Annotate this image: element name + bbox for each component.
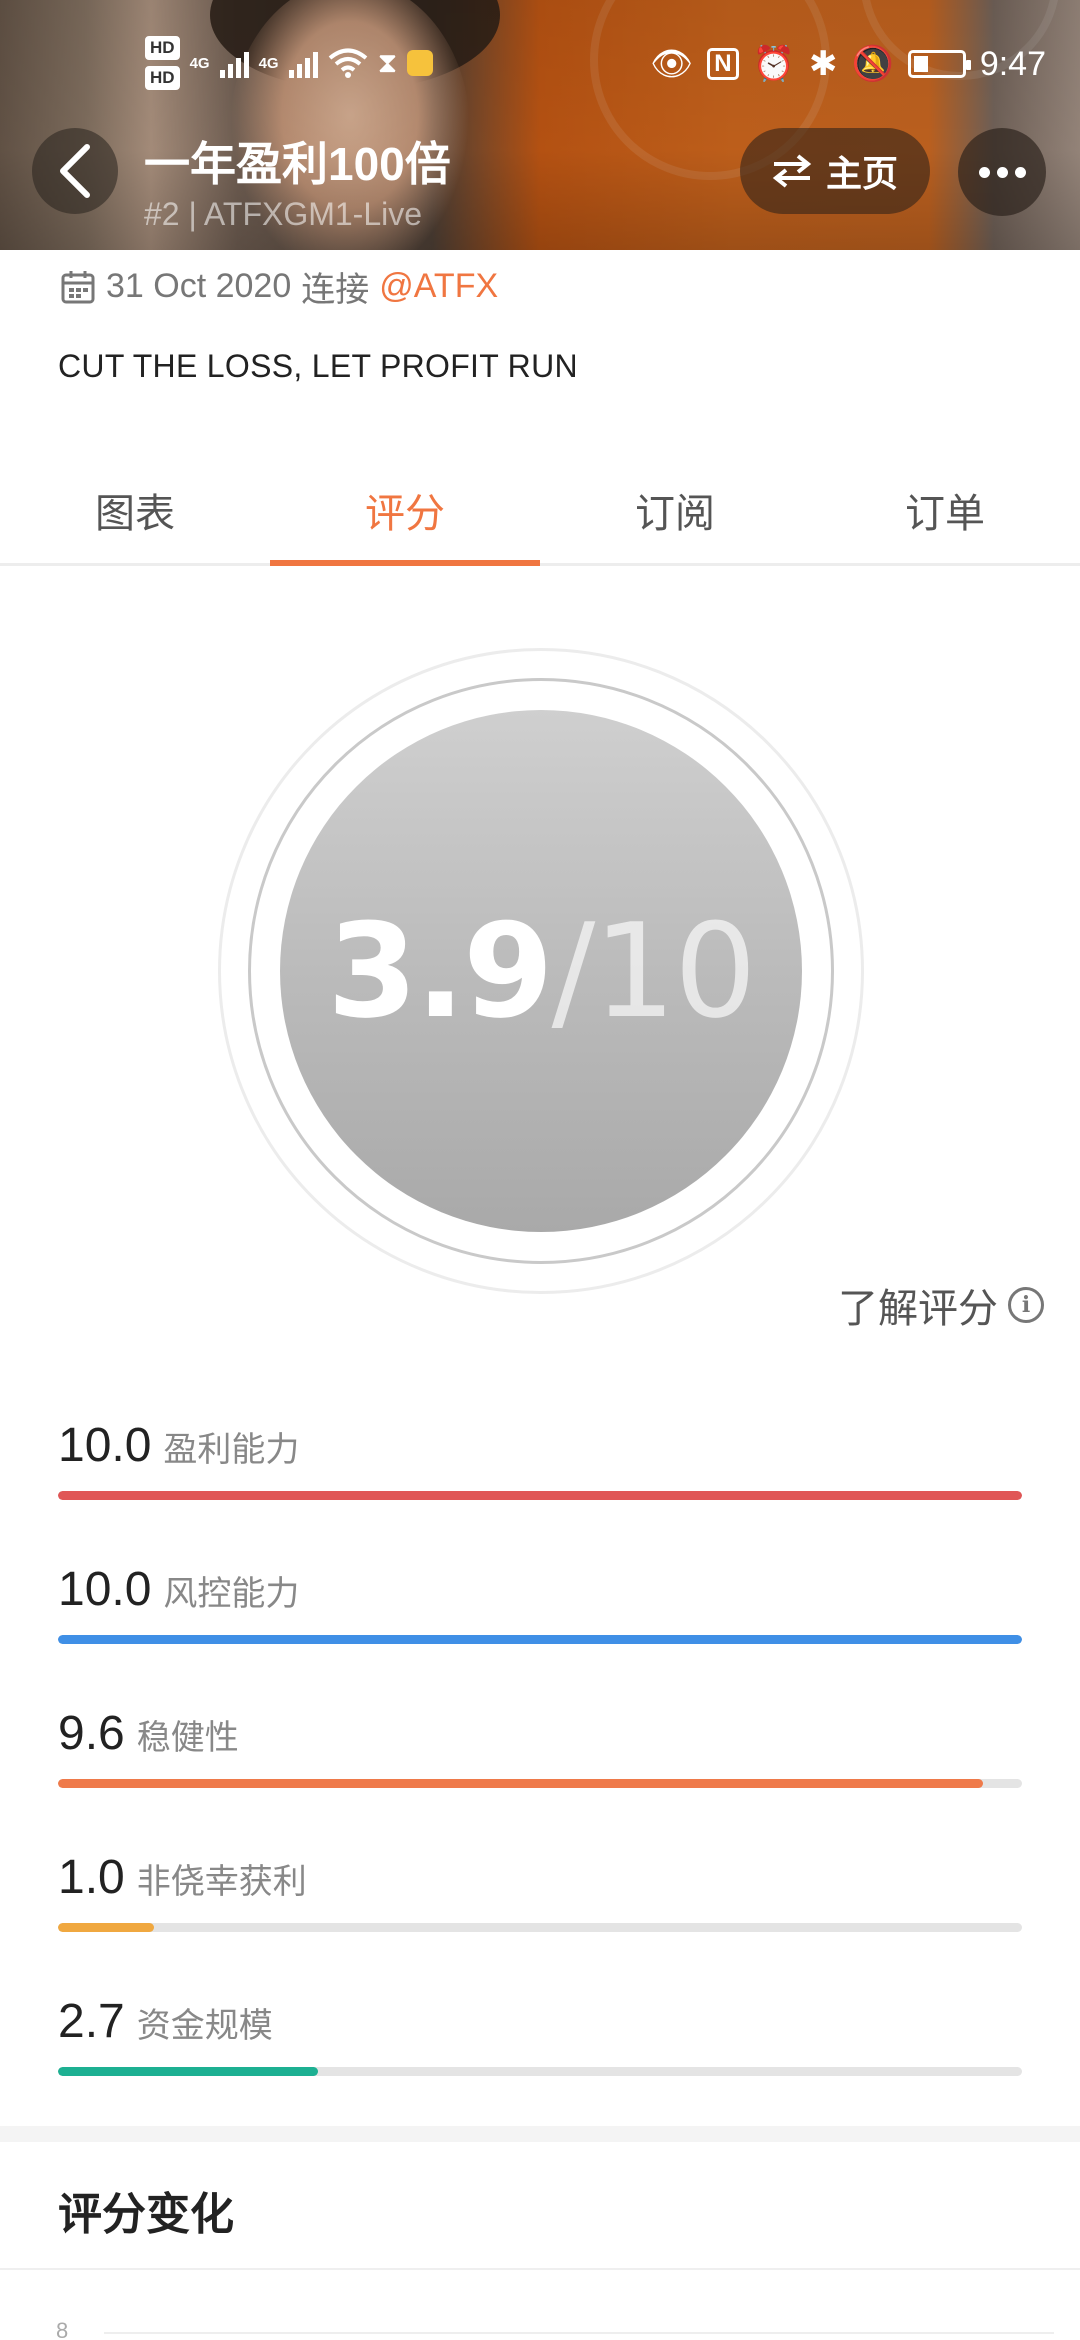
score-dial: 3.9/10 bbox=[218, 648, 864, 1294]
home-button-label: 主页 bbox=[825, 153, 898, 194]
metric-bar bbox=[58, 1491, 1022, 1500]
metric-bar bbox=[58, 1635, 1022, 1644]
learn-rating-label: 了解评分 bbox=[838, 1287, 998, 1331]
calendar-icon bbox=[61, 270, 95, 303]
account-subtitle: #2 | ATFXGM1-Live bbox=[144, 196, 423, 232]
header-banner: HD HD 4G 4G ⧗ 👁 N ⏰ ✱ 🔕 9:47 一年盈利100倍 #2… bbox=[0, 0, 1080, 250]
metric-stability: 9.6 稳健性 bbox=[58, 1706, 1022, 1788]
app-notification-icon bbox=[407, 50, 434, 76]
connect-date: 31 Oct 2020 bbox=[106, 267, 292, 305]
metric-value: 10.0 bbox=[58, 1419, 152, 1472]
metric-bar bbox=[58, 1923, 155, 1932]
score-change-title: 评分变化 bbox=[58, 2190, 234, 2239]
section-divider bbox=[0, 2126, 1080, 2142]
bell-off-icon: 🔕 bbox=[851, 45, 894, 83]
status-bar: HD HD 4G 4G ⧗ 👁 N ⏰ ✱ 🔕 9:47 bbox=[0, 0, 1080, 130]
nfc-icon: N bbox=[707, 48, 739, 80]
status-left: HD HD 4G 4G ⧗ bbox=[145, 36, 434, 90]
metric-track bbox=[58, 2067, 1022, 2076]
home-button[interactable]: 主页 bbox=[740, 128, 930, 214]
tab-rating[interactable]: 评分 bbox=[270, 456, 540, 566]
metric-non-luck-profit: 1.0 非侥幸获利 bbox=[58, 1850, 1022, 1932]
score-denominator: /10 bbox=[551, 895, 757, 1047]
metric-value: 1.0 bbox=[58, 1851, 125, 1904]
section-separator bbox=[0, 2268, 1080, 2270]
metric-track bbox=[58, 1779, 1022, 1788]
page-title: 一年盈利100倍 bbox=[144, 138, 451, 190]
connection-info: 31 Oct 2020 连接 @ATFX bbox=[60, 262, 498, 311]
metric-label: 盈利能力 bbox=[163, 1431, 300, 1469]
connect-word: 连接 bbox=[301, 271, 370, 309]
alarm-icon: ⏰ bbox=[752, 45, 795, 83]
more-options-button[interactable] bbox=[958, 128, 1046, 216]
score-value: 3.9 bbox=[327, 895, 553, 1047]
tab-orders[interactable]: 订单 bbox=[810, 456, 1080, 563]
metric-profitability: 10.0 盈利能力 bbox=[58, 1418, 1022, 1500]
network-type: 4G bbox=[258, 54, 279, 72]
metric-risk-control: 10.0 风控能力 bbox=[58, 1562, 1022, 1644]
score-text: 3.9/10 bbox=[327, 895, 757, 1047]
metric-track bbox=[58, 1923, 1022, 1932]
signal-icon bbox=[288, 48, 318, 78]
metric-label: 资金规模 bbox=[136, 2007, 273, 2045]
metric-label: 稳健性 bbox=[136, 1719, 239, 1757]
wifi-icon bbox=[328, 48, 367, 78]
tab-bar: 图表 评分 订阅 订单 bbox=[0, 456, 1080, 566]
broker-link[interactable]: @ATFX bbox=[379, 267, 498, 306]
status-right: 👁 N ⏰ ✱ 🔕 9:47 bbox=[650, 44, 1046, 84]
bluetooth-icon: ✱ bbox=[808, 45, 838, 83]
eye-icon: 👁 bbox=[650, 45, 694, 83]
chart-axis-tick: 8 bbox=[56, 2318, 69, 2340]
metric-label: 非侥幸获利 bbox=[136, 1863, 307, 1901]
network-type: 4G bbox=[189, 54, 210, 72]
metric-fund-size: 2.7 资金规模 bbox=[58, 1994, 1022, 2076]
metric-value: 2.7 bbox=[58, 1995, 125, 2048]
chart-gridline bbox=[104, 2332, 1054, 2334]
chevron-left-icon bbox=[60, 144, 90, 198]
tab-chart[interactable]: 图表 bbox=[0, 456, 270, 563]
learn-rating-link[interactable]: 了解评分 i bbox=[838, 1276, 1044, 1334]
metric-track bbox=[58, 1491, 1022, 1500]
score-circle: 3.9/10 bbox=[280, 710, 802, 1232]
hd-badge: HD bbox=[145, 66, 180, 90]
tab-subscribe[interactable]: 订阅 bbox=[540, 456, 810, 563]
metric-bar bbox=[58, 2067, 319, 2076]
status-time: 9:47 bbox=[979, 44, 1046, 83]
strategy-motto: CUT THE LOSS, LET PROFIT RUN bbox=[58, 348, 578, 384]
battery-icon bbox=[907, 50, 971, 78]
metric-track bbox=[58, 1635, 1022, 1644]
metric-bar bbox=[58, 1779, 984, 1788]
metric-label: 风控能力 bbox=[163, 1575, 300, 1613]
metric-value: 9.6 bbox=[58, 1707, 125, 1760]
metric-value: 10.0 bbox=[58, 1563, 152, 1616]
back-button[interactable] bbox=[32, 128, 118, 214]
swap-icon bbox=[772, 154, 812, 188]
signal-icon bbox=[219, 48, 249, 78]
hourglass-icon: ⧗ bbox=[377, 47, 398, 78]
hd-badge: HD bbox=[145, 36, 180, 60]
info-icon: i bbox=[1008, 1287, 1044, 1323]
more-dots-icon bbox=[978, 166, 990, 178]
